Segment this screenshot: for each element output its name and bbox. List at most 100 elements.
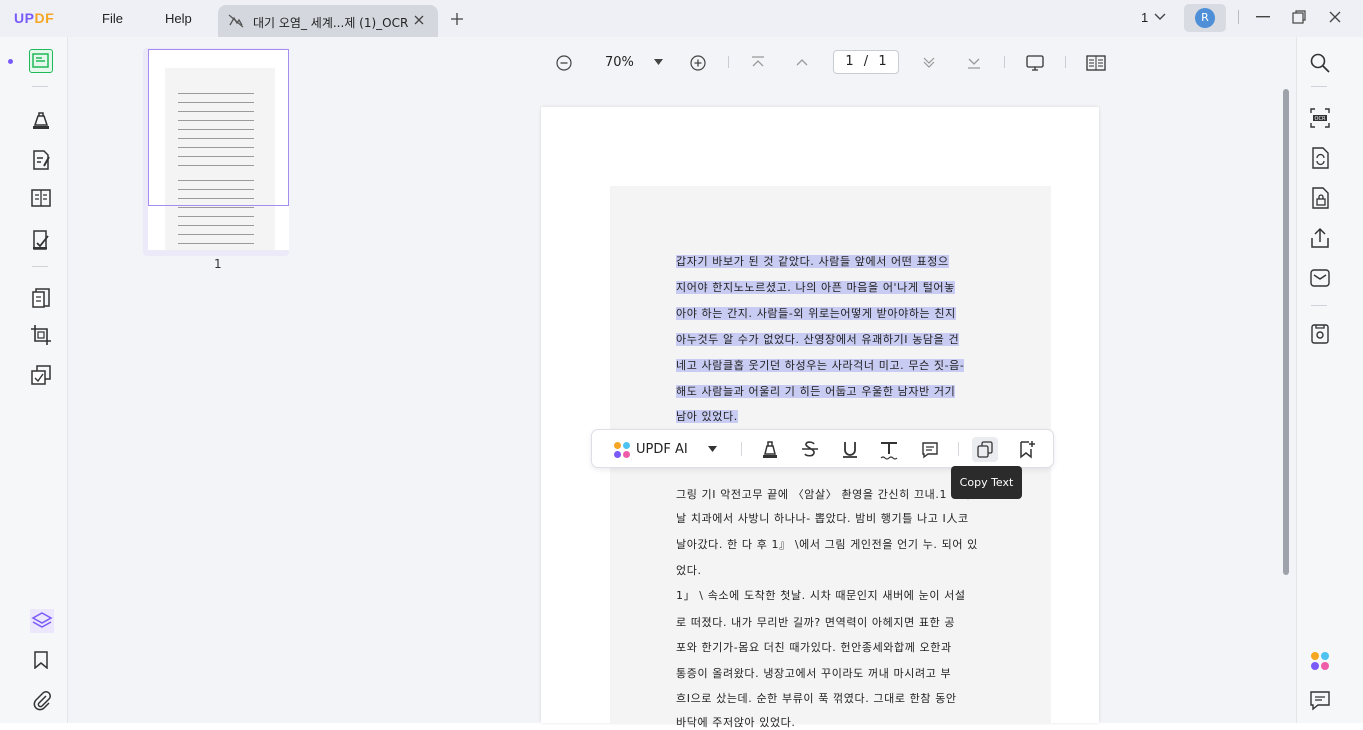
account-button[interactable]: R xyxy=(1184,4,1226,32)
restore-icon[interactable] xyxy=(1292,10,1306,24)
text-line[interactable]: 포와 한기가-몸요 더친 때가있다. 헌안종세와합께 오한과 xyxy=(676,639,952,655)
text-line[interactable]: 남아 있었다. xyxy=(676,408,738,424)
svg-text:OCR: OCR xyxy=(1315,116,1326,122)
comment-icon[interactable] xyxy=(921,441,939,459)
text-line[interactable]: 었다. xyxy=(676,562,702,578)
right-tool-strip xyxy=(1296,37,1363,723)
divider xyxy=(741,442,742,456)
close-window-icon[interactable] xyxy=(1329,11,1341,23)
bookmark-icon[interactable] xyxy=(33,651,49,669)
text-line[interactable]: 그링 기I 악전고무 끝에 〈암살〉 촨영을 간신히 끄내.1 ! 다 xyxy=(676,486,971,502)
divider xyxy=(1004,56,1005,68)
updf-logo[interactable]: UPDF xyxy=(14,10,54,26)
presentation-icon[interactable] xyxy=(1026,55,1044,71)
text-line[interactable]: 통증이 올려왔다. 냉장고에서 꾸이라도 꺼내 마시려고 부 xyxy=(676,665,951,681)
ai-dropdown-icon[interactable] xyxy=(708,446,717,452)
zoom-level[interactable]: 70% xyxy=(605,55,634,70)
copy-text-button[interactable] xyxy=(972,437,998,462)
zoom-dropdown-icon[interactable] xyxy=(654,59,663,65)
text-line[interactable]: 날 치과에서 사방니 하나나- 뽑았다. 밤비 행기틀 나고 I人코 xyxy=(676,510,969,526)
document-tab[interactable]: 대기 오염_ 세계...제 (1)_OCR xyxy=(218,5,438,37)
layers-icon[interactable] xyxy=(30,609,54,633)
text-line[interactable]: 1」 \ 속소에 도착한 첫날. 시차 때문인지 새버에 눈이 서설 xyxy=(676,587,966,603)
tab-title: 대기 오염_ 세계...제 (1)_OCR xyxy=(253,16,409,30)
current-page: 1 xyxy=(845,54,854,69)
add-bookmark-icon[interactable] xyxy=(1018,440,1036,459)
convert-icon[interactable] xyxy=(29,286,53,310)
thumbnail-viewport xyxy=(148,49,289,206)
crop-icon[interactable] xyxy=(29,323,53,347)
strikethrough-icon[interactable] xyxy=(801,440,819,459)
page-number-input[interactable]: 1 / 1 xyxy=(833,50,899,74)
avatar: R xyxy=(1195,8,1215,28)
copy-icon xyxy=(977,441,993,458)
page-tools-icon[interactable] xyxy=(29,363,53,387)
selection-toolbar: UPDF AI xyxy=(591,429,1054,468)
organize-pages-icon[interactable] xyxy=(29,186,53,210)
next-page-icon[interactable] xyxy=(922,56,936,68)
text-line[interactable]: 날아갔다. 한 다 후 1』 \에서 그림 게인전을 언기 누. 되어 있 xyxy=(676,536,978,552)
edit-pdf-icon[interactable] xyxy=(29,148,53,172)
new-tab-icon[interactable] xyxy=(451,13,463,25)
ocr-icon[interactable]: OCR xyxy=(1309,107,1331,129)
total-pages: 1 xyxy=(878,54,887,69)
divider xyxy=(1065,56,1066,68)
divider xyxy=(32,86,48,87)
chat-icon[interactable] xyxy=(1309,689,1331,711)
minimize-icon[interactable] xyxy=(1256,16,1270,18)
search-icon[interactable] xyxy=(1309,52,1331,74)
attachment-icon[interactable] xyxy=(32,690,52,712)
updf-ai-icon[interactable] xyxy=(1309,650,1331,672)
text-line[interactable]: 흐I으로 샀는데. 순한 부류이 푹 꺾였다. 그대로 한참 동안 xyxy=(676,690,957,706)
logo-text-up: UP xyxy=(14,10,35,26)
text-line[interactable]: 로 떠졌다. 내가 무리반 길까? 면역력이 아헤지면 표한 공 xyxy=(676,614,955,630)
updf-ai-icon[interactable] xyxy=(613,441,631,459)
text-line[interactable]: 갑자기 바보가 된 것 같았다. 사람들 앞에서 어떤 표정으 xyxy=(676,253,949,269)
thumbnail-page-number: 1 xyxy=(214,257,222,271)
copy-text-tooltip: Copy Text xyxy=(951,466,1022,499)
convert-pdf-icon[interactable] xyxy=(1309,147,1331,169)
divider xyxy=(1311,86,1327,87)
save-icon[interactable] xyxy=(1309,323,1331,345)
text-line[interactable]: 바닥에 주저앉아 있었다. xyxy=(676,714,796,730)
previous-page-icon[interactable] xyxy=(795,57,809,67)
logo-text-df: DF xyxy=(34,10,55,26)
help-menu[interactable]: Help xyxy=(165,11,192,26)
active-indicator xyxy=(8,59,13,64)
updf-ai-button[interactable]: UPDF AI xyxy=(636,442,688,457)
text-line[interactable]: 지어야 한지노노르셨고. 나의 아픈 마음을 어'나게 털어놓 xyxy=(676,279,955,295)
first-page-icon[interactable] xyxy=(751,56,765,69)
thumbnail-panel: 1 xyxy=(68,37,368,723)
divider xyxy=(1311,305,1327,306)
share-icon[interactable] xyxy=(1309,227,1331,249)
divider xyxy=(958,442,959,456)
comment-icon[interactable] xyxy=(29,108,53,132)
page-separator: / xyxy=(863,54,869,69)
text-line[interactable]: 아야 하는 간지. 사람들-외 위로는어떻게 받아야하는 친지 xyxy=(676,305,956,321)
chevron-down-icon[interactable] xyxy=(1154,13,1166,21)
divider xyxy=(728,56,729,68)
divider xyxy=(1238,10,1239,24)
title-bar: UPDF File Help 대기 오염_ 세계...제 (1)_OCR 1 R xyxy=(0,0,1363,37)
file-menu[interactable]: File xyxy=(102,11,123,26)
divider xyxy=(32,266,48,267)
page-count-label: 1 xyxy=(1141,10,1149,25)
close-tab-icon[interactable] xyxy=(414,15,424,25)
email-icon[interactable] xyxy=(1309,267,1331,289)
highlight-icon[interactable] xyxy=(761,440,779,459)
last-page-icon[interactable] xyxy=(967,56,981,69)
protect-icon[interactable] xyxy=(1309,187,1331,209)
zoom-in-icon[interactable] xyxy=(690,55,706,71)
underline-icon[interactable] xyxy=(841,440,859,459)
reader-icon[interactable] xyxy=(29,49,53,73)
page-thumbnail[interactable] xyxy=(143,48,289,256)
text-line[interactable]: 아누것두 알 수가 없었다. 산영장에서 유괘하기I 농담을 건 xyxy=(676,331,960,347)
ocr-document-icon xyxy=(228,14,244,28)
text-line[interactable]: 네고 사람클홉 웃기던 하성우는 사라걱너 미고. 무슨 짓-음- xyxy=(676,357,965,373)
text-line[interactable]: 해도 사람늘과 어울리 기 히든 어둡고 우울한 남자반 거기 xyxy=(676,383,956,399)
scrollbar-thumb[interactable] xyxy=(1283,89,1289,575)
zoom-out-icon[interactable] xyxy=(556,55,572,71)
page-display-icon[interactable] xyxy=(1086,55,1106,71)
fill-sign-icon[interactable] xyxy=(29,228,53,252)
squiggly-text-icon[interactable] xyxy=(879,440,899,460)
